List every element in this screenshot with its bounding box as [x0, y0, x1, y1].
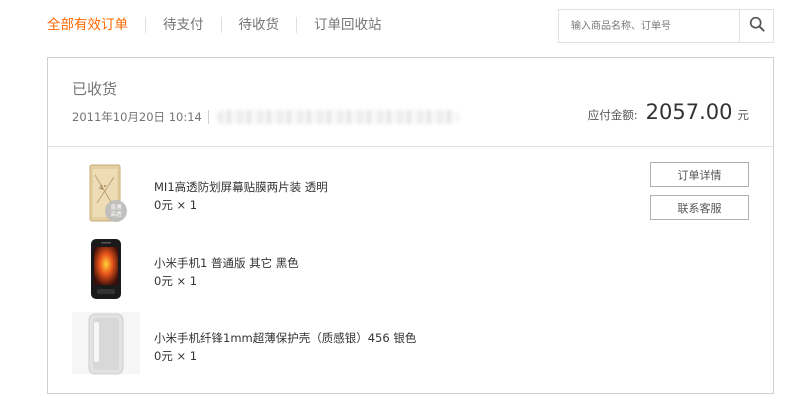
- search-icon: [749, 16, 765, 36]
- meta-divider: [207, 110, 209, 124]
- total-amount: 2057.00: [645, 100, 733, 124]
- phone-image: [68, 236, 144, 302]
- tab-divider: [296, 17, 297, 33]
- thumb-badge-line1: 普通: [110, 203, 122, 211]
- tab-all-valid-orders[interactable]: 全部有效订单: [47, 15, 128, 35]
- order-item: 小米手机纤锋1mm超薄保护壳（质感银）456 银色 0元 × 1: [68, 310, 568, 376]
- item-name[interactable]: 小米手机1 普通版 其它 黑色: [154, 255, 299, 271]
- order-datetime: 2011年10月20日 10:14: [72, 110, 202, 124]
- total-unit: 元: [737, 108, 750, 122]
- thumb-badge-line2: 高透: [110, 210, 122, 218]
- item-price-qty: 0元 × 1: [154, 349, 198, 363]
- tab-divider: [220, 17, 222, 33]
- total-label: 应付金额:: [587, 108, 638, 122]
- tab-pending-delivery[interactable]: 待收货: [239, 15, 280, 35]
- tab-pending-payment[interactable]: 待支付: [163, 15, 204, 35]
- order-item: 4" 普通 高透 MI1高透防划屏幕贴膜两片装 透明 0元 × 1: [68, 163, 568, 229]
- item-price-qty: 0元 × 1: [154, 198, 198, 212]
- order-item: 小米手机1 普通版 其它 黑色 0元 × 1: [68, 236, 568, 302]
- item-name[interactable]: MI1高透防划屏幕贴膜两片装 透明: [154, 179, 328, 195]
- redacted-order-info: [216, 110, 459, 124]
- item-price-qty: 0元 × 1: [154, 274, 198, 288]
- item-name[interactable]: 小米手机纤锋1mm超薄保护壳（质感银）456 银色: [154, 330, 416, 346]
- order-total: 应付金额: 2057.00 元: [588, 100, 749, 124]
- order-details-button[interactable]: 订单详情: [650, 162, 749, 187]
- order-card: 已收货 2011年10月20日 10:14 应付金额: 2057.00 元 4"…: [47, 57, 774, 394]
- tab-order-recycle-bin[interactable]: 订单回收站: [314, 15, 382, 35]
- search-input[interactable]: [559, 10, 739, 42]
- order-meta: 2011年10月20日 10:14: [72, 109, 459, 125]
- contact-support-button[interactable]: 联系客服: [650, 195, 749, 220]
- search-button[interactable]: [739, 10, 773, 42]
- phone-case-image: [68, 310, 144, 376]
- screen-protector-image: 4" 普通 高透: [68, 163, 144, 229]
- order-header: 已收货 2011年10月20日 10:14 应付金额: 2057.00 元: [48, 58, 773, 147]
- order-search: [558, 9, 774, 43]
- order-tabs: 全部有效订单 待支付 待收货 订单回收站: [47, 15, 382, 35]
- svg-text:4": 4": [99, 184, 107, 192]
- tab-divider: [145, 17, 146, 33]
- order-status: 已收货: [72, 80, 118, 98]
